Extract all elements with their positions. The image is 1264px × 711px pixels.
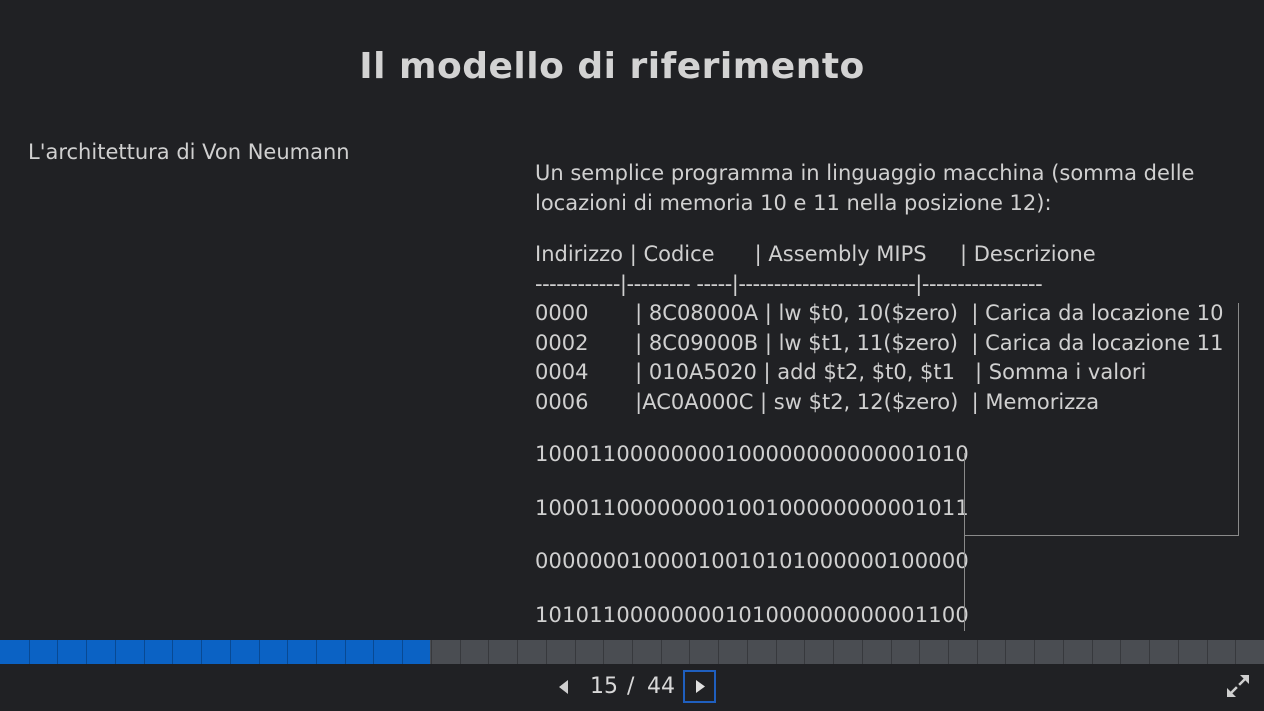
progress-segment-divider (1149, 640, 1150, 664)
progress-segment-divider (316, 640, 317, 664)
progress-segment-divider (488, 640, 489, 664)
progress-segment-divider (373, 640, 374, 664)
progress-segment-divider (1235, 640, 1236, 664)
progress-segment-divider (919, 640, 920, 664)
total-pages: 44 (647, 674, 675, 699)
content-column: Un semplice programma in linguaggio macc… (535, 158, 1255, 653)
table-row: 0002 | 8C09000B | lw $t1, 11($zero) | Ca… (535, 330, 1224, 355)
table-row: 0006 |AC0A000C | sw $t2, 12($zero) | Mem… (535, 389, 1100, 414)
frame-line-left (964, 453, 965, 631)
progress-segment-divider (632, 640, 633, 664)
intro-text: Un semplice programma in linguaggio macc… (535, 158, 1255, 218)
next-slide-button[interactable] (683, 670, 716, 703)
frame-line-right (1238, 303, 1239, 536)
progress-segment-divider (1120, 640, 1121, 664)
binary-row: 10001100000000100000000000001010 (535, 442, 969, 466)
progress-segment-divider (804, 640, 805, 664)
intro-line-2: locazioni di memoria 10 e 11 nella posiz… (535, 191, 1052, 215)
architecture-label: L'architettura di Von Neumann (28, 140, 350, 164)
progress-segment-divider (86, 640, 87, 664)
progress-segment-divider (689, 640, 690, 664)
progress-segment-divider (144, 640, 145, 664)
progress-segment-divider (402, 640, 403, 664)
progress-segment-divider (603, 640, 604, 664)
progress-segment-divider (575, 640, 576, 664)
progress-segment-divider (718, 640, 719, 664)
progress-segment-divider (57, 640, 58, 664)
progress-segment-divider (230, 640, 231, 664)
binary-row: 00000001000010010101000000100000 (535, 549, 969, 573)
table-separator: ------------|--------- -----|-----------… (535, 271, 1043, 296)
progress-segment-divider (517, 640, 518, 664)
progress-segment-divider (1034, 640, 1035, 664)
progress-segment-divider (1005, 640, 1006, 664)
progress-segment-divider (776, 640, 777, 664)
progress-segment-divider (460, 640, 461, 664)
progress-segment-divider (345, 640, 346, 664)
table-row: 0004 | 010A5020 | add $t2, $t0, $t1 | So… (535, 360, 1147, 384)
fullscreen-expand-icon (1227, 675, 1249, 697)
progress-segment-divider (201, 640, 202, 664)
table-header: Indirizzo | Codice | Assembly MIPS | Des… (535, 242, 1096, 266)
triangle-left-icon (559, 680, 568, 694)
triangle-right-icon (696, 680, 705, 693)
progress-segment-divider (948, 640, 949, 664)
progress-segment-divider (115, 640, 116, 664)
progress-segment-divider (747, 640, 748, 664)
previous-slide-button[interactable] (553, 676, 575, 698)
slide-title: Il modello di riferimento (359, 46, 865, 87)
intro-line-1: Un semplice programma in linguaggio macc… (535, 161, 1195, 185)
page-separator: / (627, 674, 635, 699)
progress-segment-divider (287, 640, 288, 664)
slide-progress-bar[interactable] (0, 640, 1264, 664)
current-page-number: 15 (590, 674, 618, 699)
binary-row: 10001100000000100100000000001011 (535, 495, 969, 520)
progress-segment-divider (1178, 640, 1179, 664)
frame-line-bottom (964, 535, 1239, 536)
progress-segment-divider (546, 640, 547, 664)
progress-segment-divider (1092, 640, 1093, 664)
progress-segment-divider (862, 640, 863, 664)
progress-segment-divider (29, 640, 30, 664)
progress-segment-divider (891, 640, 892, 664)
table-row: 0000 | 8C08000A | lw $t0, 10($zero) | Ca… (535, 301, 1224, 325)
progress-segment-divider (1207, 640, 1208, 664)
program-table: Indirizzo | Codice | Assembly MIPS | Des… (535, 240, 1255, 417)
slide-controls: 15 / 44 (0, 664, 1264, 711)
progress-segment-divider (661, 640, 662, 664)
progress-segment-divider (1063, 640, 1064, 664)
progress-segment-divider (259, 640, 260, 664)
fullscreen-button[interactable] (1224, 672, 1252, 700)
binary-code-list: 10001100000000100000000000001010 1000110… (535, 439, 1255, 653)
progress-segment-divider (172, 640, 173, 664)
progress-fill (0, 640, 430, 664)
progress-segment-divider (833, 640, 834, 664)
progress-segment-divider (977, 640, 978, 664)
progress-segment-divider (431, 640, 432, 664)
